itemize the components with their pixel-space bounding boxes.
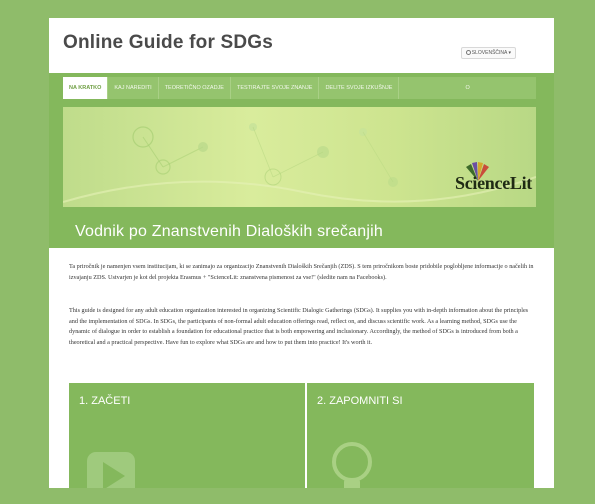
nav-item-na-kratko[interactable]: NA KRATKO [63, 77, 109, 99]
intro-paragraph-english: This guide is designed for any adult edu… [69, 307, 529, 346]
nav-item-o[interactable]: O [399, 77, 536, 99]
main-nav: NA KRATKO KAJ NAREDITI TEORETIČNO OZADJE… [63, 77, 536, 99]
intro-paragraph-slovenian: Ta priročnik je namenjen vsem institucij… [69, 263, 534, 281]
nav-item-kaj-narediti[interactable]: KAJ NAREDITI [108, 77, 159, 99]
site-title[interactable]: Online Guide for SDGs [63, 32, 273, 54]
nav-item-teoreticno-ozadje[interactable]: TEORETIČNO OZADJE [158, 77, 231, 99]
nav-item-testirajte[interactable]: TESTIRAJTE SVOJE ZNANJE [230, 77, 320, 99]
page-title: Vodnik po Znanstvenih Dialoških srečanji… [75, 223, 383, 240]
hero-section: NA KRATKO KAJ NAREDITI TEORETIČNO OZADJE… [49, 73, 554, 248]
card-title: 2. ZAPOMNITI SI [317, 395, 403, 407]
hero-banner: ScienceLit [63, 107, 536, 207]
language-label: SLOVENŠČINA [471, 50, 508, 56]
logo-text: ScienceLit [455, 173, 532, 193]
lightbulb-icon [327, 440, 377, 488]
browser-page: Online Guide for SDGs SLOVENŠČINA ▾ NA K… [49, 18, 554, 488]
card-zapomniti-si[interactable]: 2. ZAPOMNITI SI [307, 383, 534, 488]
play-icon [87, 452, 135, 488]
card-zaceti[interactable]: 1. ZAČETI [69, 383, 305, 488]
sciencelit-logo[interactable]: ScienceLit [437, 162, 532, 195]
section-cards: 1. ZAČETI 2. ZAPOMNITI SI [69, 383, 534, 488]
globe-icon [465, 50, 471, 55]
card-title: 1. ZAČETI [79, 395, 131, 407]
language-selector[interactable]: SLOVENŠČINA ▾ [460, 47, 516, 59]
site-header: Online Guide for SDGs SLOVENŠČINA ▾ [49, 18, 554, 73]
main-content: Ta priročnik je namenjen vsem institucij… [49, 248, 554, 488]
nav-item-delite[interactable]: DELITE SVOJE IZKUŠNJE [319, 77, 400, 99]
chevron-down-icon: ▾ [508, 50, 511, 56]
